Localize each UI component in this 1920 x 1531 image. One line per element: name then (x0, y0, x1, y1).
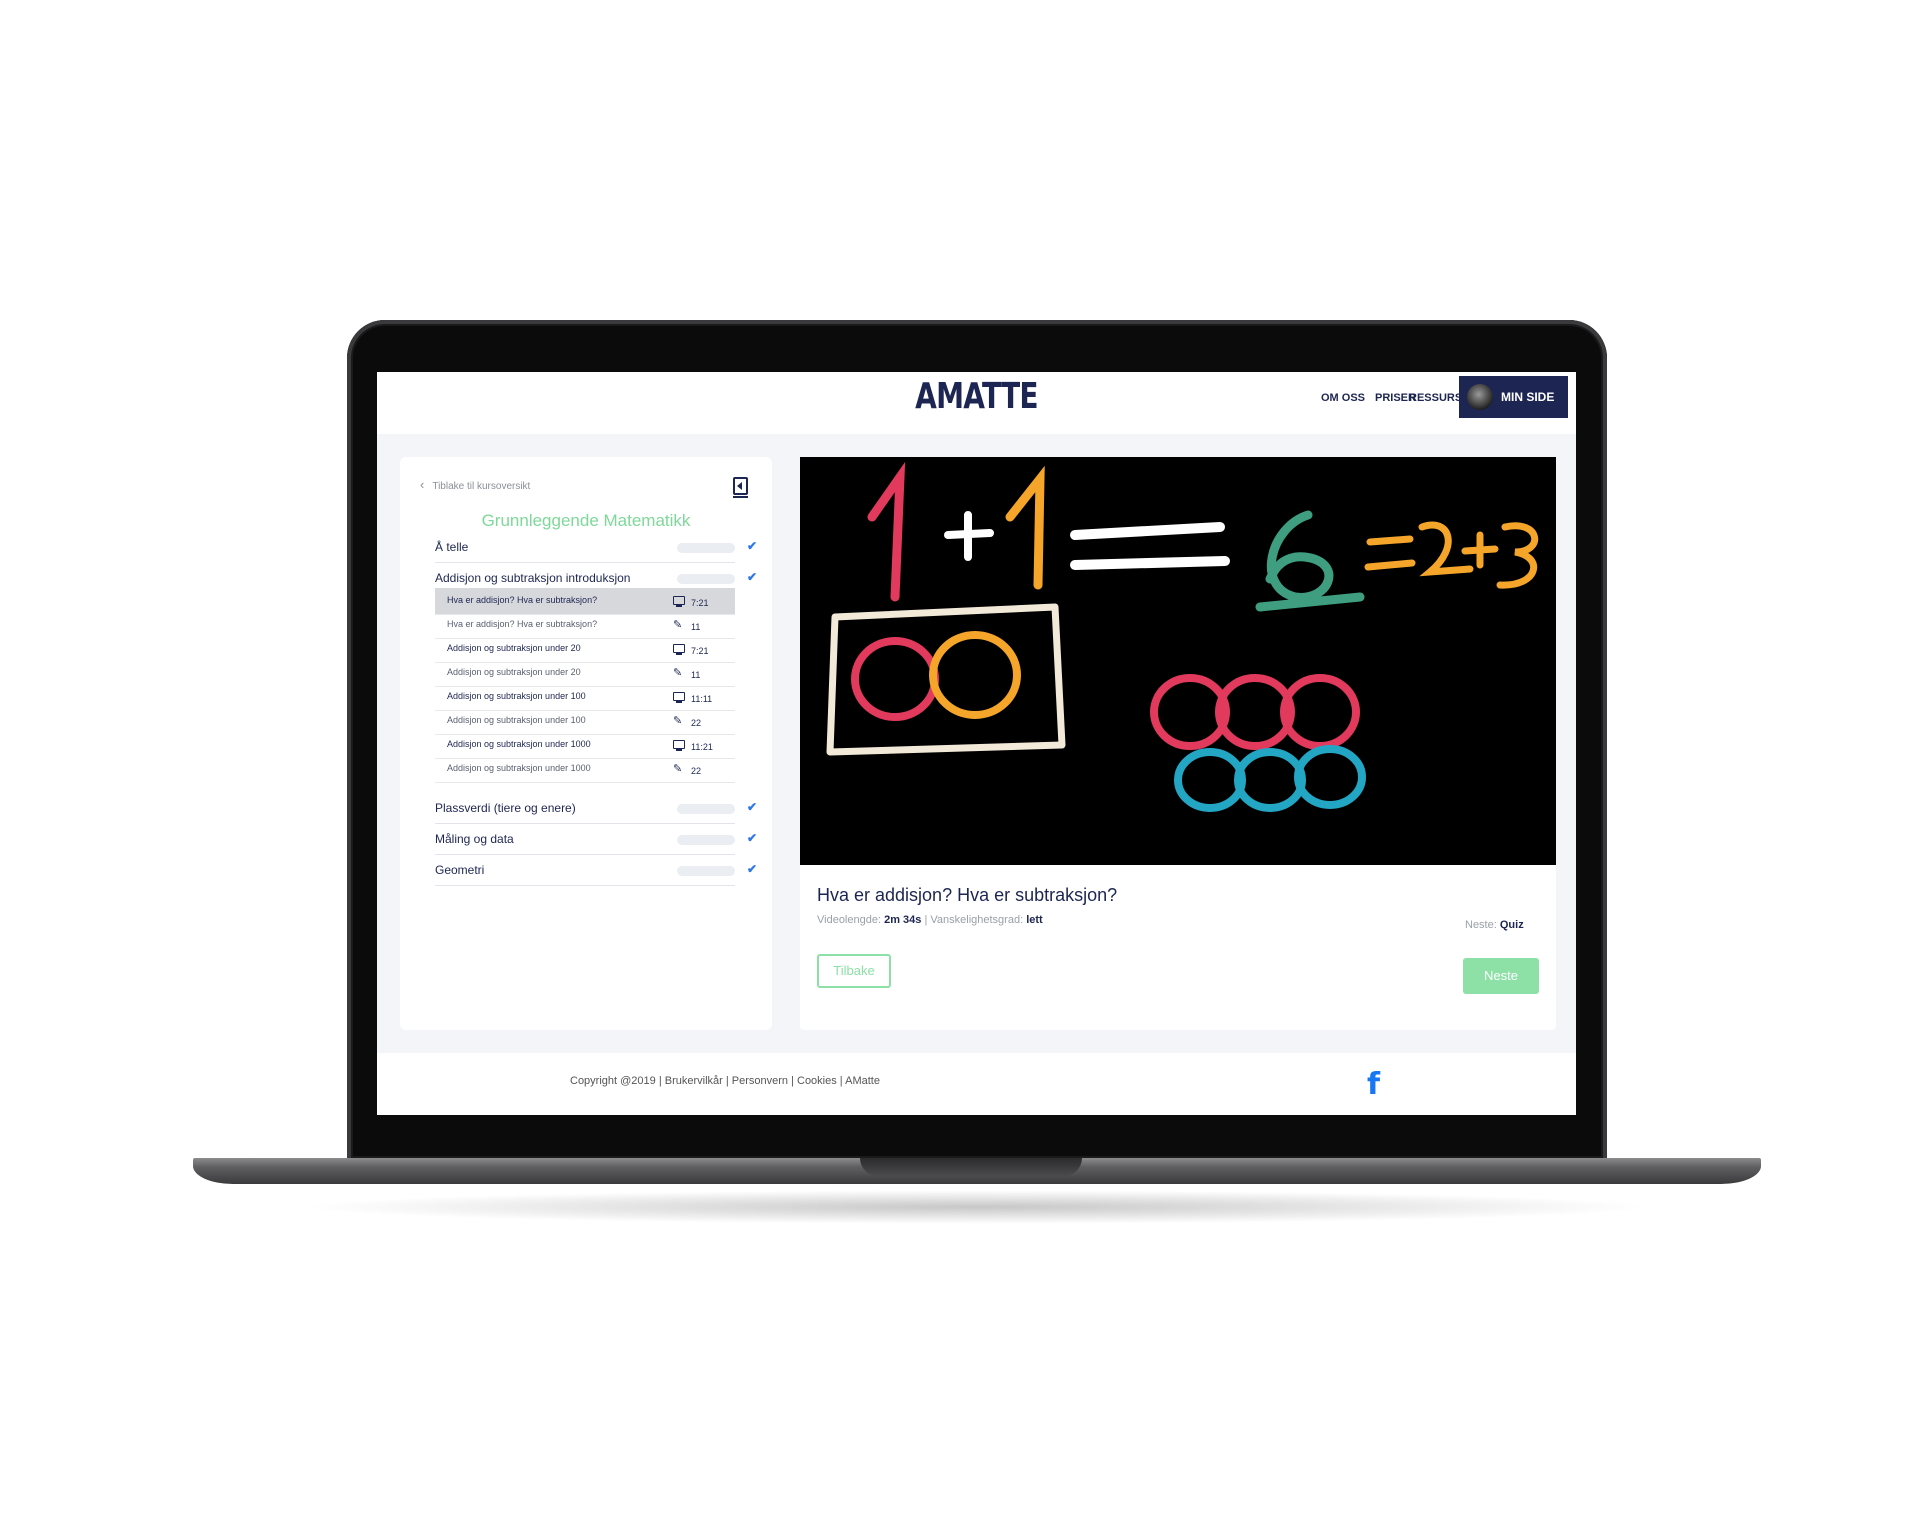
difficulty-value: lett (1026, 914, 1043, 926)
meta-separator: | (924, 914, 928, 926)
collapse-sidebar-icon[interactable] (733, 477, 748, 498)
section-a-telle[interactable]: Å telle (435, 532, 735, 563)
video-length-value: 2m 34s (884, 914, 922, 926)
monitor-icon (673, 692, 685, 703)
nav-resources[interactable]: RESSURSER (1409, 392, 1463, 404)
chalk-circle-red (851, 637, 939, 721)
chalk-six (1255, 510, 1365, 612)
lesson-count: 11 (691, 670, 701, 680)
lesson-label: Hva er addisjon? Hva er subtraksjon? (447, 619, 598, 629)
section-label: Plassverdi (tiere og enere) (435, 801, 576, 815)
pencil-icon: ✎ (673, 619, 683, 631)
next-button[interactable]: Neste (1463, 958, 1539, 994)
monitor-icon (673, 644, 685, 655)
pencil-icon: ✎ (673, 715, 683, 727)
lesson-duration: 7:21 (691, 598, 709, 608)
footer: Copyright @2019 | Brukervilkår | Personv… (377, 1053, 1576, 1115)
chalk-rectangle (826, 603, 1066, 756)
section-progress-bar (677, 866, 735, 876)
checkmark-icon: ✔ (747, 570, 758, 584)
lesson-item[interactable]: Hva er addisjon? Hva er subtraksjon? ✎ 1… (435, 612, 735, 639)
chalkboard-drawing (826, 461, 1539, 812)
section-geometri[interactable]: Geometri (435, 855, 735, 886)
chalk-tail (1364, 521, 1539, 589)
section-progress-bar (677, 835, 735, 845)
difficulty-label: Vanskelighetsgrad: (930, 914, 1024, 926)
lesson-item[interactable]: Addisjon og subtraksjon under 1000 ✎ 22 (435, 756, 735, 783)
lesson-item[interactable]: Addisjon og subtraksjon under 100 ✎ 22 (435, 708, 735, 735)
next-label: Neste: (1465, 919, 1497, 931)
lesson-label: Addisjon og subtraksjon under 100 (447, 691, 586, 701)
chalk-circle-blue (1234, 748, 1306, 812)
next-value: Quiz (1499, 919, 1524, 931)
section-maling-og-data[interactable]: Måling og data (435, 824, 735, 855)
chalk-circle-blue (1174, 748, 1246, 812)
back-button[interactable]: Tilbake (817, 954, 891, 988)
checkmark-icon: ✔ (747, 539, 758, 553)
checkmark-icon: ✔ (747, 862, 758, 876)
section-progress-bar (677, 543, 735, 553)
logo[interactable]: AMATTE (509, 376, 1444, 417)
section-label: Geometri (435, 863, 485, 877)
lesson-item[interactable]: Addisjon og subtraksjon under 20 7:21 (435, 636, 735, 663)
monitor-icon (673, 740, 685, 751)
chalk-one-left (867, 461, 906, 602)
chalk-circle-blue (1294, 745, 1366, 809)
chalk-equals (1070, 522, 1230, 570)
pencil-icon: ✎ (673, 763, 683, 775)
section-label: Addisjon og subtraksjon introduksjon (435, 571, 631, 585)
lesson-label: Addisjon og subtraksjon under 20 (447, 643, 581, 653)
section-progress-bar (677, 574, 735, 584)
lesson-item[interactable]: Addisjon og subtraksjon under 20 ✎ 11 (435, 660, 735, 687)
course-title: Grunnleggende Matematikk (481, 511, 691, 530)
lesson-title: Hva er addisjon? Hva er subtraksjon? (817, 885, 1118, 905)
laptop-shadow (300, 1190, 1654, 1224)
monitor-icon (673, 596, 685, 607)
section-plassverdi[interactable]: Plassverdi (tiere og enere) (435, 793, 735, 824)
lesson-count: 22 (691, 766, 702, 776)
lesson-count: 22 (691, 718, 702, 728)
chalk-circle-orange (929, 631, 1021, 719)
chalk-plus (944, 511, 994, 561)
checkmark-icon: ✔ (747, 831, 758, 845)
lesson-count: 11 (691, 622, 701, 632)
checkmark-icon: ✔ (747, 800, 758, 814)
lesson-duration: 11:11 (691, 694, 713, 704)
video-length-label: Videolengde: (817, 914, 882, 926)
min-side-button[interactable]: MIN SIDE (1459, 376, 1568, 418)
min-side-label: MIN SIDE (1501, 390, 1555, 404)
lesson-duration: 7:21 (691, 646, 709, 656)
section-label: Måling og data (435, 832, 514, 846)
video-player[interactable] (800, 457, 1556, 865)
copyright-links[interactable]: Copyright @2019 | Brukervilkår | Personv… (570, 1075, 880, 1087)
chevron-left-icon: ‹ (420, 477, 425, 492)
lesson-label: Addisjon og subtraksjon under 1000 (447, 763, 591, 773)
back-to-courses-link[interactable]: ‹ Tiblake til kursoversikt (420, 477, 530, 492)
laptop-screen: AMATTE OM OSS PRISER RESSURSER MIN SIDE … (377, 372, 1576, 1115)
lesson-label: Addisjon og subtraksjon under 1000 (447, 739, 591, 749)
pencil-icon: ✎ (673, 667, 683, 679)
lesson-item[interactable]: Addisjon og subtraksjon under 1000 11:21 (435, 732, 735, 759)
lesson-meta: Videolengde: 2m 34s | Vanskelighetsgrad:… (817, 914, 1043, 926)
top-bar: AMATTE OM OSS PRISER RESSURSER MIN SIDE (377, 372, 1576, 434)
avatar (1467, 384, 1493, 410)
section-label: Å telle (435, 540, 469, 554)
lesson-item[interactable]: Addisjon og subtraksjon under 100 11:11 (435, 684, 735, 711)
lesson-label: Addisjon og subtraksjon under 20 (447, 667, 581, 677)
section-progress-bar (677, 804, 735, 814)
lesson-label: Hva er addisjon? Hva er subtraksjon? (447, 595, 598, 605)
back-link-label: Tiblake til kursoversikt (432, 481, 531, 492)
next-info: Neste: Quiz (1465, 919, 1524, 931)
lesson-item[interactable]: Hva er addisjon? Hva er subtraksjon? 7:2… (435, 588, 735, 615)
chalk-one-right (1005, 465, 1045, 590)
lesson-label: Addisjon og subtraksjon under 100 (447, 715, 586, 725)
lesson-panel: Hva er addisjon? Hva er subtraksjon? Vid… (800, 457, 1556, 1030)
course-sidebar: ‹ Tiblake til kursoversikt Grunnleggende … (400, 457, 772, 1030)
facebook-icon[interactable]: f (1367, 1067, 1380, 1102)
laptop-notch (860, 1158, 1082, 1176)
nav-about[interactable]: OM OSS (1321, 392, 1365, 404)
lesson-duration: 11:21 (691, 742, 713, 752)
